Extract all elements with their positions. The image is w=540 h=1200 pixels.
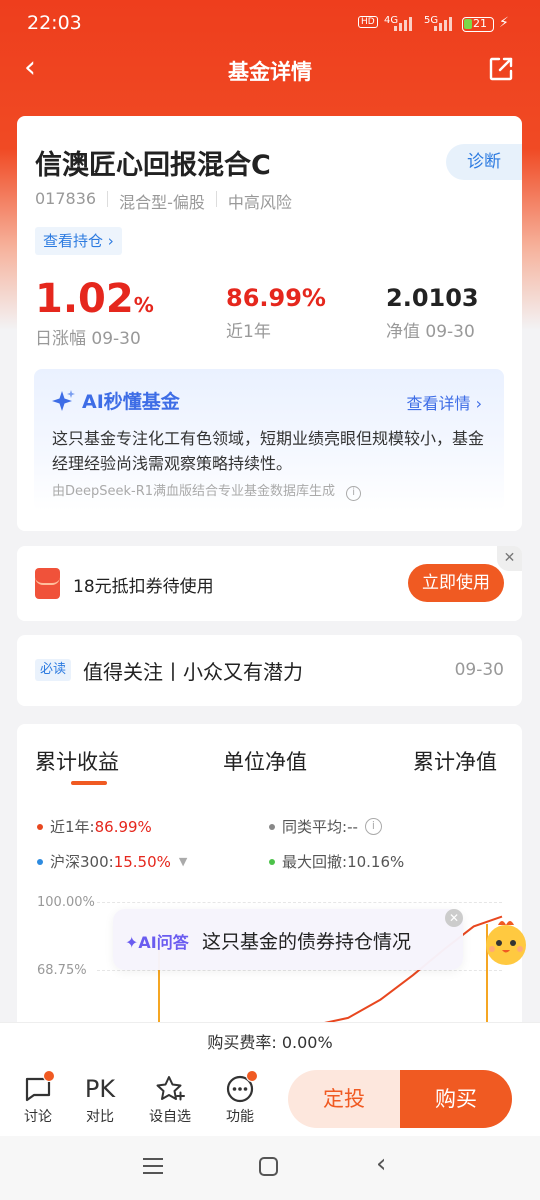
ai-details-label: 查看详情 <box>406 394 471 413</box>
status-bar: 22:03 HD 4G 5G 21 ⚡ <box>0 0 540 50</box>
notification-badge <box>43 1070 55 1082</box>
year-return-label: 近1年 <box>226 322 271 342</box>
view-holdings-link[interactable]: 查看持仓 › <box>35 227 122 255</box>
daily-change-stat: 1.02% 日涨幅 09-30 <box>35 276 154 349</box>
fund-risk: 中高风险 <box>227 193 292 212</box>
compare-label: 对比 <box>86 1109 114 1125</box>
battery-level: 21 <box>473 17 487 30</box>
bottom-action-bar: 讨论 PK 对比 设自选 功能 定投 购买 <box>0 1062 540 1136</box>
star-add-icon <box>156 1076 185 1101</box>
view-holdings-label: 查看持仓 <box>43 232 104 250</box>
pk-icon: PK <box>84 1075 116 1103</box>
coupon-text: 18元抵扣券待使用 <box>73 577 214 597</box>
purchase-fee-bar: 购买费率: 0.00% <box>0 1022 540 1062</box>
watchlist-label: 设自选 <box>149 1109 191 1125</box>
ai-source-text: 由DeepSeek-R1满血版结合专业基金数据库生成 <box>52 484 336 499</box>
charging-icon: ⚡ <box>499 15 509 31</box>
recent-apps-icon[interactable] <box>143 1158 163 1174</box>
notification-badge <box>246 1070 258 1082</box>
performance-chart-card: 累计收益 单位净值 累计净值 近1年: 86.99% 同类平均: -- i 沪深30… <box>17 724 522 1064</box>
red-envelope-icon <box>35 568 60 599</box>
fund-meta: 017836 混合型-偏股 中高风险 <box>35 189 292 213</box>
sparkle-icon <box>52 389 75 411</box>
year-return-stat: 86.99% 近1年 <box>226 284 326 342</box>
chevron-right-icon: › <box>103 232 114 250</box>
ai-details-link[interactable]: 查看详情 › <box>407 390 483 414</box>
chevron-right-icon: › <box>470 394 482 413</box>
compare-button[interactable]: PK 对比 <box>75 1072 125 1126</box>
chart-plot <box>158 915 503 1064</box>
daily-change-label: 日涨幅 09-30 <box>35 329 141 349</box>
ai-question-text: 这只基金的债券持仓情况 <box>202 931 412 953</box>
close-icon[interactable]: ✕ <box>497 546 522 571</box>
fund-code: 017836 <box>35 189 97 208</box>
discuss-label: 讨论 <box>24 1109 52 1125</box>
news-card[interactable]: 必读 值得关注丨小众又有潜力 09-30 <box>17 635 522 706</box>
system-back-icon[interactable]: ‹ <box>376 1149 386 1179</box>
use-coupon-button[interactable]: 立即使用 <box>408 564 504 602</box>
close-icon[interactable]: ✕ <box>445 909 463 927</box>
diagnose-button[interactable]: 诊断 <box>446 144 522 180</box>
ai-summary-title-text: AI秒懂基金 <box>82 391 180 413</box>
fund-name: 信澳匠心回报混合C <box>35 150 271 181</box>
battery-icon: 21 <box>462 17 494 32</box>
ai-summary-box[interactable]: AI秒懂基金 查看详情 › 这只基金专注化工有色领域，短期业绩亮眼但规模较小，基… <box>34 369 504 511</box>
functions-label: 功能 <box>226 1109 254 1125</box>
ai-question-bubble[interactable]: ✦AI问答 这只基金的债券持仓情况 ✕ <box>113 909 463 970</box>
auto-invest-button[interactable]: 定投 <box>288 1070 400 1128</box>
system-nav-bar: ‹ <box>0 1136 540 1200</box>
info-icon[interactable]: i <box>346 486 362 501</box>
ai-qa-label-text: AI问答 <box>138 933 189 952</box>
ai-qa-label: ✦AI问答 <box>125 933 189 952</box>
home-icon[interactable] <box>259 1157 278 1176</box>
nav-bar: ‹ 基金详情 <box>0 50 540 90</box>
news-date: 09-30 <box>454 660 504 680</box>
status-time: 22:03 <box>27 12 82 34</box>
functions-button[interactable]: 功能 <box>215 1070 265 1126</box>
share-icon[interactable] <box>488 56 514 82</box>
signal-icon <box>434 17 452 31</box>
year-return-value: 86.99% <box>226 284 326 312</box>
must-read-tag: 必读 <box>35 659 72 681</box>
discuss-button[interactable]: 讨论 <box>13 1070 63 1126</box>
nav-value: 2.0103 <box>386 284 479 312</box>
daily-change-value: 1.02 <box>35 276 134 322</box>
hd-icon: HD <box>358 16 378 28</box>
fund-type: 混合型-偏股 <box>119 193 205 212</box>
nav-label: 净值 09-30 <box>386 322 475 342</box>
mascot-icon[interactable] <box>478 913 534 969</box>
ai-summary-title: AI秒懂基金 <box>52 387 180 414</box>
signal-icon <box>394 17 412 31</box>
ai-summary-text: 这只基金专注化工有色领域，短期业绩亮眼但规模较小，基金经理经验尚浅需观察策略持续… <box>52 429 485 473</box>
add-watchlist-button[interactable]: 设自选 <box>145 1072 195 1126</box>
buy-button[interactable]: 购买 <box>400 1070 512 1128</box>
news-title: 值得关注丨小众又有潜力 <box>83 660 303 684</box>
coupon-card: 18元抵扣券待使用 立即使用 ✕ <box>17 546 522 621</box>
fund-summary-card: 信澳匠心回报混合C 诊断 017836 混合型-偏股 中高风险 查看持仓 › 1… <box>17 116 522 531</box>
nav-stat: 2.0103 净值 09-30 <box>386 284 479 342</box>
daily-change-unit: % <box>133 293 154 317</box>
ai-source-note: 由DeepSeek-R1满血版结合专业基金数据库生成 i <box>52 480 362 501</box>
page-title: 基金详情 <box>228 60 312 84</box>
